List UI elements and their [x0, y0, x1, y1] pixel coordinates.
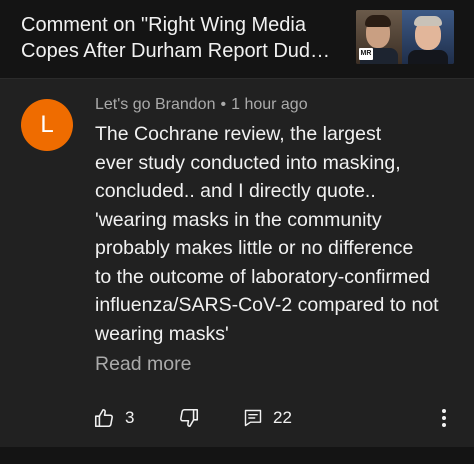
video-title[interactable]: Comment on "Right Wing Media Copes After…: [21, 12, 346, 64]
comment-line: influenza/SARS-CoV-2 compared to not: [95, 294, 439, 316]
meta-separator: •: [220, 96, 227, 113]
comment-line: wearing masks': [95, 322, 229, 345]
reply-count: 22: [273, 408, 292, 427]
reply-button[interactable]: 22: [243, 403, 292, 433]
comment-line: 'wearing masks in the community: [95, 208, 382, 231]
thumbs-down-icon: [178, 407, 200, 429]
bottom-strip: [0, 447, 474, 464]
comment-header: Comment on "Right Wing Media Copes After…: [0, 0, 474, 79]
comment-line: to the outcome of laboratory-confirmed: [95, 265, 430, 288]
more-vert-icon: [440, 408, 448, 428]
reply-icon: [243, 408, 263, 428]
comment-line: The Cochrane review, the largest: [95, 123, 382, 145]
channel-logo: MR: [359, 48, 373, 60]
comment-meta: Let's go Brandon • 1 hour ago: [95, 95, 308, 115]
comment-line: probably makes little or no difference: [95, 237, 414, 259]
comment-card: L Let's go Brandon • 1 hour ago The Cochra…: [0, 79, 474, 447]
dislike-button[interactable]: [178, 403, 200, 433]
comment-line: ever study conducted into masking,: [95, 151, 401, 174]
comment-line: concluded.. and I directly quote..: [95, 180, 376, 202]
comment-text: The Cochrane review, the largest ever st…: [95, 120, 445, 348]
like-count: 3: [125, 408, 135, 427]
avatar[interactable]: L: [21, 99, 73, 151]
thumbnail-right-person: [402, 10, 454, 64]
comment-actions: 3 22: [0, 403, 474, 433]
author-name[interactable]: Let's go Brandon: [95, 96, 215, 113]
comment-time: 1 hour ago: [231, 96, 308, 113]
read-more-link[interactable]: Read more: [95, 350, 191, 378]
more-options-button[interactable]: [440, 403, 448, 433]
like-button[interactable]: 3: [93, 403, 134, 433]
thumbs-up-icon: [93, 407, 115, 429]
video-thumbnail[interactable]: MR: [356, 10, 454, 64]
